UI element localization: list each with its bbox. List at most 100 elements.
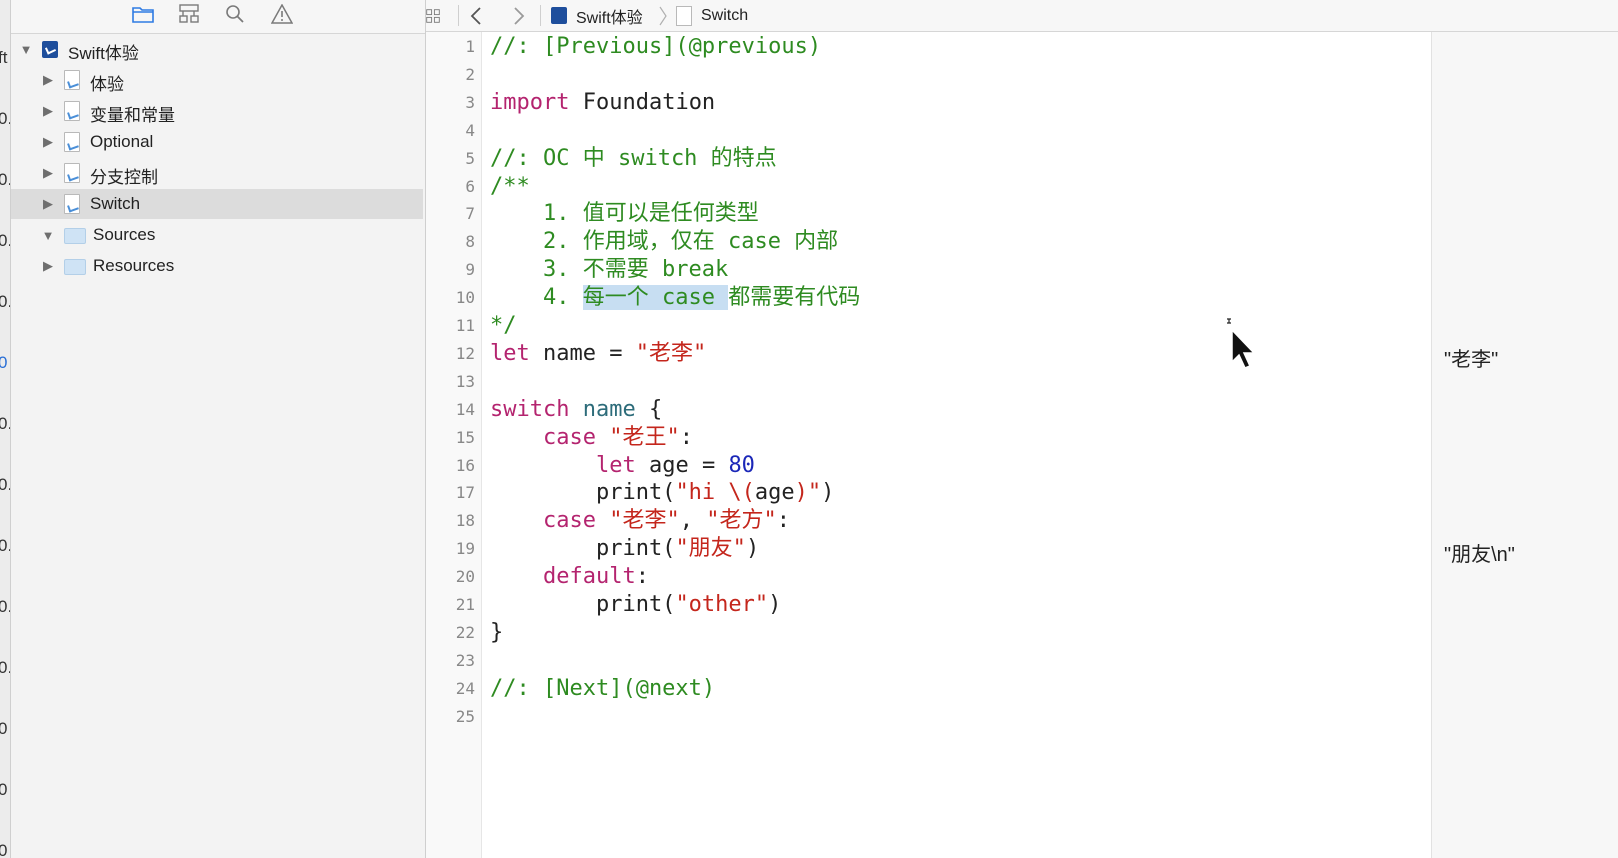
code-line[interactable]: 4. 每一个 case 都需要有代码 xyxy=(490,284,860,312)
forward-arrow-icon[interactable] xyxy=(512,0,526,31)
line-number: 21 xyxy=(455,595,475,614)
line-number: 8 xyxy=(465,232,475,252)
code-line[interactable]: let name = "老李" xyxy=(490,340,706,368)
code-token: /** xyxy=(490,173,530,199)
code-token: ) xyxy=(768,592,782,617)
line-number: 25 xyxy=(455,706,475,726)
adjacent-pane-glyph: 0. xyxy=(0,536,10,556)
search-icon[interactable] xyxy=(223,2,247,26)
code-token: import xyxy=(490,89,570,115)
code-line[interactable]: */ xyxy=(490,312,517,340)
code-line[interactable]: case "老王": xyxy=(490,424,693,452)
line-number: 15 xyxy=(455,427,475,447)
folder-icon xyxy=(64,259,86,275)
line-number: 2 xyxy=(465,64,475,84)
line-number: 4 xyxy=(465,120,475,140)
tree-item-label: 变量和常量 xyxy=(90,106,175,125)
folder-icon[interactable] xyxy=(131,2,155,26)
adjacent-pane-glyph: 0. xyxy=(0,475,10,495)
tree-item[interactable]: ▶ 分支控制 xyxy=(11,158,423,188)
result-value[interactable]: "朋友\n" xyxy=(1444,538,1515,567)
line-number: 6 xyxy=(465,176,475,196)
line-number: 17 xyxy=(455,483,475,503)
code-line[interactable]: case "老李", "老方": xyxy=(490,507,790,535)
disclosure-expanded-icon[interactable]: ▼ xyxy=(19,42,33,57)
line-number: 12 xyxy=(455,343,475,363)
disclosure-collapsed-icon[interactable]: ▶ xyxy=(41,72,55,87)
line-number: 1 xyxy=(465,37,475,56)
code-token: name xyxy=(582,396,636,422)
playground-page-icon xyxy=(64,101,80,121)
code-line[interactable]: print("hi \(age)") xyxy=(490,479,834,507)
code-line[interactable]: 2. 作用域，仅在 case 内部 xyxy=(490,228,838,256)
disclosure-collapsed-icon[interactable]: ▶ xyxy=(41,103,55,118)
code-token: , xyxy=(679,508,707,534)
line-number: 9 xyxy=(465,260,475,280)
code-token: age = xyxy=(635,452,729,478)
breadcrumb-page-label: Switch xyxy=(701,6,749,24)
tree-item-label: 体验 xyxy=(90,75,124,94)
project-navigator: ▼ Swift体验 ▶ 体验 ▶ 变量和常量 ▶ Optional ▶ 分支控制 ▶ Switch ▼ S… xyxy=(11,0,426,858)
code-line[interactable]: print("朋友") xyxy=(490,535,759,563)
breadcrumb-project[interactable]: Swift体验 xyxy=(551,0,643,31)
code-line[interactable]: 3. 不需要 break xyxy=(490,256,728,284)
code-line[interactable]: } xyxy=(490,619,503,647)
code-token: case xyxy=(542,508,596,534)
code-line[interactable]: //: OC 中 switch 的特点 xyxy=(490,145,777,173)
code-token: 都需要有代码 xyxy=(728,285,861,311)
disclosure-collapsed-icon[interactable]: ▶ xyxy=(41,258,55,273)
code-token: "老方" xyxy=(706,508,777,534)
code-line[interactable]: let age = 80 xyxy=(490,452,755,480)
jump-bar-divider xyxy=(458,5,459,26)
code-line[interactable]: default: xyxy=(490,563,649,591)
tree-item[interactable]: ▶ Switch xyxy=(11,189,423,219)
results-sidebar: "老李" "朋友\n" xyxy=(1431,32,1618,858)
tree-item[interactable]: ▼ Sources xyxy=(11,220,423,250)
breadcrumb-project-label: Swift体验 xyxy=(576,9,643,27)
disclosure-expanded-icon[interactable]: ▼ xyxy=(41,228,55,243)
code-line[interactable]: switch name { xyxy=(490,396,662,424)
disclosure-collapsed-icon[interactable]: ▶ xyxy=(41,165,55,180)
code-token: //: [Next](@next) xyxy=(490,675,716,701)
code-token: "老王" xyxy=(609,424,680,450)
tree-item[interactable]: ▶ Optional xyxy=(11,127,423,157)
warning-icon[interactable] xyxy=(270,2,294,26)
tree-item[interactable]: ▼ Swift体验 xyxy=(11,34,423,64)
disclosure-collapsed-icon[interactable]: ▶ xyxy=(41,196,55,211)
adjacent-pane-glyph: 0 xyxy=(0,841,7,858)
adjacent-pane-glyph: 0. xyxy=(0,231,10,251)
code-line[interactable]: /** xyxy=(490,173,530,201)
code-line[interactable]: //: [Previous](@previous) xyxy=(490,33,821,61)
code-line[interactable]: //: [Next](@next) xyxy=(490,675,715,703)
grid-icon[interactable] xyxy=(426,0,440,31)
disclosure-collapsed-icon[interactable]: ▶ xyxy=(41,134,55,149)
code-line[interactable]: print("other") xyxy=(490,591,781,619)
code-token: print( xyxy=(490,536,676,562)
code-line[interactable]: 1. 值可以是任何类型 xyxy=(490,200,759,228)
code-token: name = xyxy=(529,340,636,366)
tree-item[interactable]: ▶ 体验 xyxy=(11,65,423,95)
adjacent-pane-glyph: 0. xyxy=(0,109,10,129)
adjacent-pane-strip: ft 0. 0. 0. 0. 0 0. 0. 0. 0. 0. 0 0 0 xyxy=(0,0,11,858)
tree-item-label: Swift体验 xyxy=(68,44,139,63)
code-line[interactable]: import Foundation xyxy=(490,89,715,117)
breadcrumb-page[interactable]: Switch xyxy=(676,0,748,31)
code-token: 2. 作用域，仅在 case 内部 xyxy=(490,229,839,255)
code-token: "hi \( xyxy=(675,480,755,506)
code-token: ) xyxy=(745,536,760,562)
line-number: 20 xyxy=(455,567,475,587)
line-number: 5 xyxy=(465,148,475,168)
code-token: 每一个 case xyxy=(582,285,729,311)
tree-item[interactable]: ▶ Resources xyxy=(11,251,423,281)
hierarchy-icon[interactable] xyxy=(177,2,201,26)
tree-item-label: Sources xyxy=(93,225,156,244)
result-value[interactable]: "老李" xyxy=(1444,343,1498,372)
line-number: 16 xyxy=(455,455,475,475)
line-number: 23 xyxy=(455,650,475,670)
back-arrow-icon[interactable] xyxy=(469,0,483,31)
tree-item[interactable]: ▶ 变量和常量 xyxy=(11,96,423,126)
folder-icon xyxy=(64,228,86,244)
code-editor[interactable]: //: [Previous](@previous) import Foundati… xyxy=(490,32,1385,858)
